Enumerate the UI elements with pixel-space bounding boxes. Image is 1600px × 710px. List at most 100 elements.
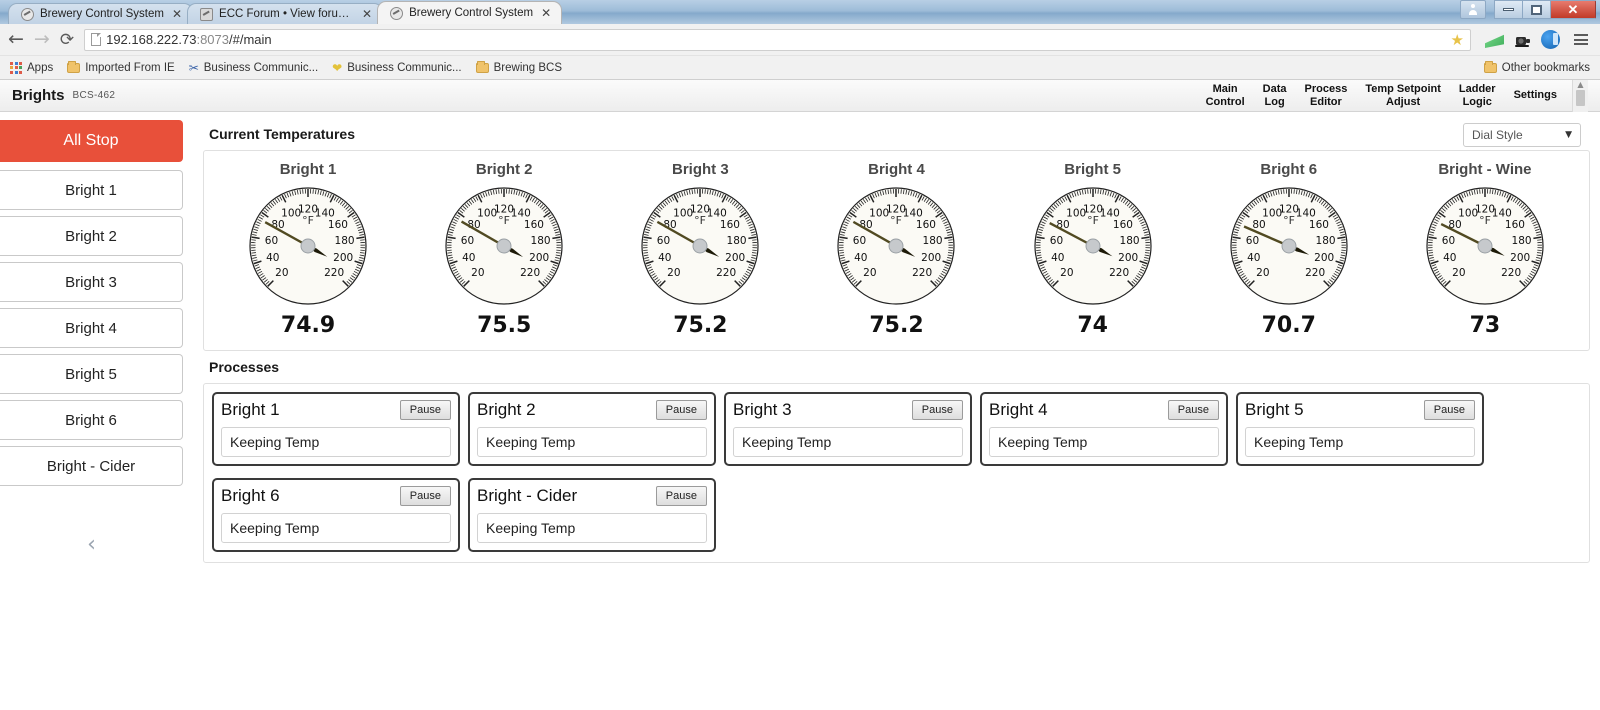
tab-close-icon[interactable]: ✕: [539, 7, 553, 19]
sidebar-item-bright-2[interactable]: Bright 2: [0, 216, 183, 256]
nav-item-temp-setpoint[interactable]: Temp Setpoint Adjust: [1356, 80, 1450, 112]
app-header: Brights BCS-462 Main Control Data Log Proces…: [0, 79, 1600, 112]
gauge-cell: Bright 6 20 40 60 80 100 120 140 160 180 200 220 °F 7…: [1201, 161, 1377, 338]
svg-text:20: 20: [667, 267, 680, 279]
bookmark-item[interactable]: Imported From IE: [67, 60, 175, 74]
green-chart-icon[interactable]: [1485, 34, 1504, 49]
bookmark-item[interactable]: ✂ Business Communic...: [189, 61, 318, 75]
sidebar-item-all-stop[interactable]: All Stop: [0, 120, 183, 162]
gauge-icon: [390, 6, 404, 20]
page-info-icon[interactable]: [91, 33, 102, 46]
folder-icon: [1483, 60, 1497, 73]
nav-item-main[interactable]: Main Control: [1197, 80, 1254, 112]
other-bookmarks[interactable]: Other bookmarks: [1483, 60, 1590, 74]
gauge-title: Bright 5: [1064, 161, 1121, 178]
bookmark-star-icon[interactable]: ★: [1451, 31, 1464, 49]
pause-button[interactable]: Pause: [911, 400, 963, 420]
nav-item-ladder[interactable]: Ladder Logic: [1450, 80, 1505, 112]
reload-button[interactable]: ⟳: [60, 30, 74, 50]
gauge-dial: 20406080100120140160180200220°F: [1034, 187, 1152, 305]
process-row: Bright 1 Pause Keeping Temp Bright 2 Pause Ke…: [212, 392, 1583, 466]
nav-item-process[interactable]: Process Editor: [1296, 80, 1357, 112]
gauge-icon: [21, 7, 34, 21]
pause-button[interactable]: Pause: [399, 486, 451, 506]
svg-text:60: 60: [853, 235, 866, 247]
sidebar-item-label: Bright - Cider: [46, 457, 136, 475]
svg-text:180: 180: [1511, 235, 1531, 247]
forward-button[interactable]: →: [34, 30, 50, 49]
app-model: BCS-462: [72, 90, 116, 101]
svg-text:°F: °F: [302, 214, 314, 227]
browser-tab[interactable]: Brewery Control System ✕: [8, 3, 194, 24]
close-window-button[interactable]: ✕: [1550, 0, 1596, 19]
gauge-dial: 20406080100120140160180200220°F: [445, 187, 563, 305]
camera-icon[interactable]: [1513, 30, 1532, 49]
gauge-cell: Bright - Wine 20 40 60 80 100 120 140 160 180 200 2…: [1397, 161, 1573, 338]
gauges-panel: Dial Style ▼ Bright 1 20 40 60 80 100 120 140 16…: [203, 123, 1590, 351]
other-bookmarks-label: Other bookmarks: [1501, 61, 1590, 74]
blue-circle-icon[interactable]: [1541, 30, 1560, 49]
nav-item-data[interactable]: Data Log: [1254, 80, 1296, 112]
sidebar-item-bright-5[interactable]: Bright 5: [0, 354, 183, 394]
bookmark-label: Brewing BCS: [493, 61, 563, 74]
maximize-button[interactable]: [1522, 0, 1550, 19]
header-scrollbar[interactable]: ▲: [1572, 79, 1588, 112]
bookmark-item[interactable]: Brewing BCS: [475, 60, 563, 74]
bookmark-item[interactable]: ❤ Business Communic...: [332, 61, 461, 75]
nav-item-settings[interactable]: Settings: [1505, 80, 1566, 112]
back-button[interactable]: ←: [8, 30, 24, 49]
minimize-button[interactable]: [1494, 0, 1522, 19]
scroll-up-arrow[interactable]: ▲: [1577, 80, 1583, 90]
sidebar-item-bright-6[interactable]: Bright 6: [0, 400, 183, 440]
user-icon: [1469, 4, 1477, 15]
scrollbar-thumb[interactable]: [1576, 89, 1585, 106]
browser-tab[interactable]: Brewery Control System ✕: [377, 1, 563, 24]
main-content: Current Temperatures Dial Style ▼ Bright…: [195, 112, 1600, 706]
svg-text:200: 200: [333, 252, 353, 264]
gauge-title: Bright 3: [672, 161, 729, 178]
process-card: Bright 6 Pause Keeping Temp: [212, 478, 460, 552]
hamburger-menu-icon[interactable]: [1570, 34, 1592, 45]
process-card-header: Bright 1 Pause: [221, 400, 451, 420]
apps-shortcut[interactable]: Apps: [10, 61, 53, 74]
svg-text:140: 140: [511, 208, 531, 220]
sidebar-item-bright-cider[interactable]: Bright - Cider: [0, 446, 183, 486]
pause-button[interactable]: Pause: [655, 486, 707, 506]
browser-tab[interactable]: ECC Forum • View forum - ✕: [187, 3, 384, 24]
sidebar-item-bright-4[interactable]: Bright 4: [0, 308, 183, 348]
svg-text:180: 180: [1119, 235, 1139, 247]
pause-button[interactable]: Pause: [399, 400, 451, 420]
dial-style-select[interactable]: Dial Style ▼: [1463, 123, 1581, 147]
pause-button[interactable]: Pause: [1167, 400, 1219, 420]
sidebar-collapse-button[interactable]: ‹: [0, 532, 183, 557]
tab-close-icon[interactable]: ✕: [360, 8, 374, 20]
gauge-value: 73: [1469, 313, 1501, 338]
sidebar-item-bright-1[interactable]: Bright 1: [0, 170, 183, 210]
pause-button[interactable]: Pause: [1423, 400, 1475, 420]
gauge-dial: 20406080100120140160180200220°F: [249, 187, 367, 305]
top-navigation: Main Control Data Log Process Editor Temp Setp…: [1197, 80, 1566, 112]
process-name: Bright 1: [221, 400, 280, 419]
url-host: 192.168.222.73: [106, 32, 197, 47]
svg-text:160: 160: [328, 219, 348, 231]
scissors-icon: ✂: [188, 60, 199, 75]
svg-text:80: 80: [1252, 219, 1265, 231]
tab-close-icon[interactable]: ✕: [170, 8, 184, 20]
process-state: Keeping Temp: [989, 427, 1219, 457]
svg-text:20: 20: [1060, 267, 1073, 279]
dial-style-value: Dial Style: [1472, 128, 1523, 142]
nav-line1: Ladder: [1458, 82, 1496, 95]
page-body: All Stop Bright 1 Bright 2 Bright 3 Bright 4…: [0, 112, 1600, 706]
chevron-down-icon: ▼: [1565, 130, 1572, 140]
address-bar[interactable]: 192.168.222.73:8073/#/main ★: [84, 28, 1471, 51]
sidebar-item-bright-3[interactable]: Bright 3: [0, 262, 183, 302]
svg-text:20: 20: [864, 267, 877, 279]
process-state: Keeping Temp: [221, 513, 451, 543]
url-text: 192.168.222.73:8073/#/main: [106, 32, 272, 47]
bookmark-label: Business Communic...: [347, 61, 462, 74]
gauge-value: 75.2: [869, 313, 924, 338]
user-profile-button[interactable]: [1460, 0, 1486, 19]
pause-button[interactable]: Pause: [655, 400, 707, 420]
bookmark-label: Business Communic...: [203, 61, 319, 74]
process-name: Bright 6: [221, 486, 280, 505]
